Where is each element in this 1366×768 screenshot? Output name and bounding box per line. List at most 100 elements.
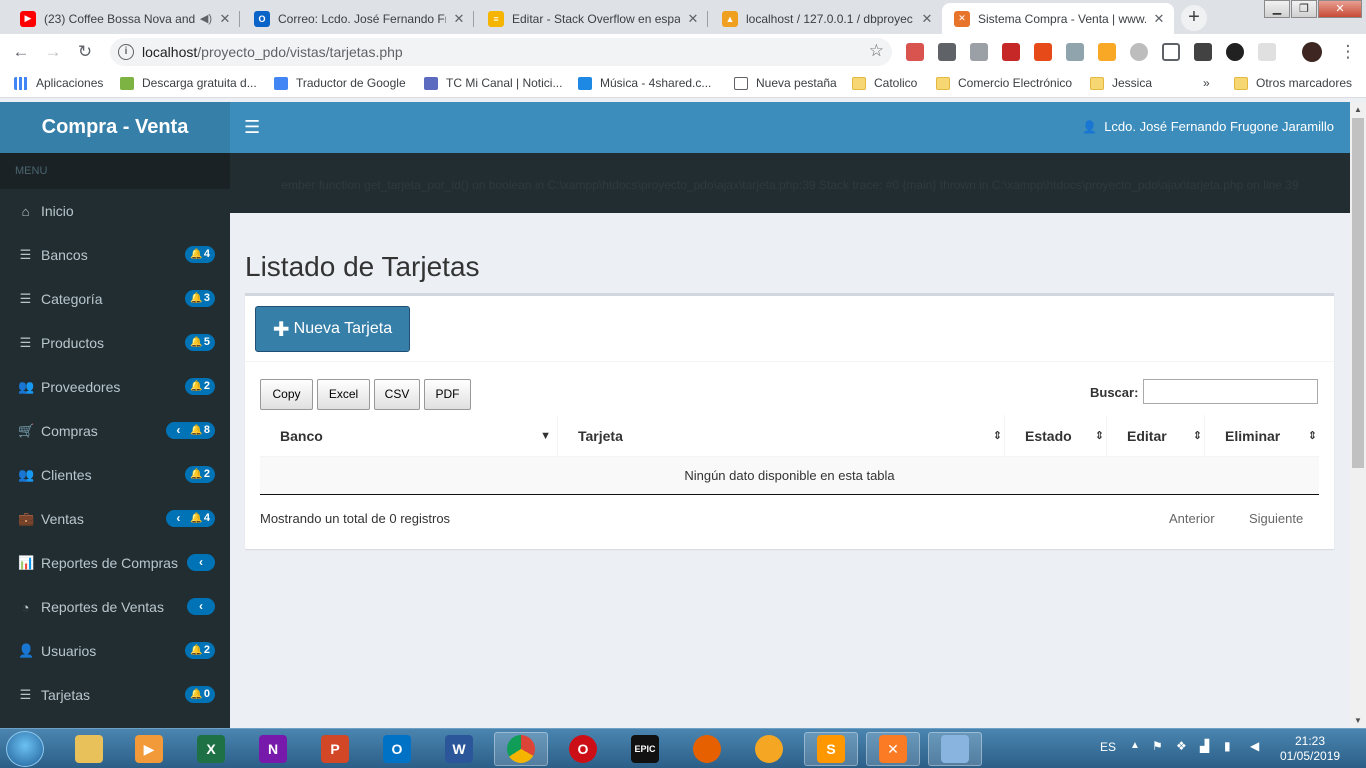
sidebar-item-tarjetas[interactable]: ☰ Tarjetas 🔔 0 [0,673,230,717]
sidebar-item-reportes-compras[interactable]: 📊 Reportes de Compras ‹ [0,541,230,585]
bookmarks-overflow[interactable]: » [1203,76,1210,90]
box-extension-icon[interactable] [1098,43,1116,61]
bookmark-item[interactable]: Música - 4shared.c... [578,76,711,90]
scroll-down-icon[interactable]: ▼ [1350,716,1366,725]
circle-extension-icon[interactable] [1130,43,1148,61]
pdf-extension-icon[interactable] [906,43,924,61]
system-clock[interactable]: 21:23 01/05/2019 [1280,734,1340,764]
tray-expand-icon[interactable]: ▲ [1130,740,1140,751]
column-header-tarjeta[interactable]: Tarjeta ⇕ [558,415,1005,457]
off-extension-icon[interactable] [1002,43,1020,61]
scrollbar-thumb[interactable] [1352,118,1364,468]
bookmark-item[interactable]: Traductor de Google [274,76,406,90]
sidebar-item-productos[interactable]: ☰ Productos 🔔 5 [0,321,230,365]
browser-tab-stackoverflow[interactable]: ≡ Editar - Stack Overflow en espa ✕ [476,3,708,34]
accessibility-extension-icon[interactable] [1226,43,1244,61]
taskbar-media-player[interactable]: ▶ [122,732,176,766]
bookmark-item[interactable]: Nueva pestaña [734,76,837,90]
browser-tab-sistema[interactable]: ✕ Sistema Compra - Venta | www. ✕ [942,3,1174,34]
bookmark-item[interactable]: Descarga gratuita d... [120,76,257,90]
bookmark-star-icon[interactable]: ☆ [869,41,884,61]
print-extension-icon[interactable] [1258,43,1276,61]
dropbox-icon[interactable]: ❖ [1176,739,1187,753]
new-tab-button[interactable]: + [1181,5,1207,31]
taskbar-sublime[interactable]: S [804,732,858,766]
column-header-editar[interactable]: Editar ⇕ [1107,415,1205,457]
column-header-eliminar[interactable]: Eliminar ⇕ [1205,415,1319,457]
language-indicator[interactable]: ES [1100,740,1116,754]
taskbar-excel[interactable]: X [184,732,238,766]
network-icon[interactable]: ▟ [1200,739,1209,753]
taskbar-chrome[interactable] [494,732,548,766]
taskbar-explorer[interactable] [62,732,116,766]
pdf-button[interactable]: PDF [424,379,471,410]
battery-icon[interactable]: ▮ [1224,739,1231,753]
sidebar-item-bancos[interactable]: ☰ Bancos 🔔 4 [0,233,230,277]
info-icon[interactable]: i [118,44,134,60]
taskbar-epic-games[interactable]: EPIC [618,732,672,766]
profile-avatar[interactable] [1302,42,1322,62]
search-input[interactable] [1143,379,1318,404]
forward-button[interactable]: → [41,40,65,64]
bookmark-item[interactable]: TC Mi Canal | Notici... [424,76,562,90]
search-extension-icon[interactable] [1162,43,1180,61]
sidebar-item-compras[interactable]: 🛒 Compras ‹ 🔔 8 [0,409,230,453]
column-header-banco[interactable]: Banco ▼ [260,415,558,457]
office-extension-icon[interactable] [1034,43,1052,61]
address-bar[interactable]: i localhost/proyecto_pdo/vistas/tarjetas… [110,38,892,66]
windows-start-button[interactable] [6,731,44,767]
minimize-button[interactable]: ▁ [1264,0,1290,18]
column-header-estado[interactable]: Estado ⇕ [1005,415,1107,457]
sidebar-item-usuarios[interactable]: 👤 Usuarios 🔔 2 [0,629,230,673]
flag-icon[interactable]: ⚑ [1152,739,1163,753]
taskbar-xampp[interactable]: ✕ [866,732,920,766]
browser-tab-youtube[interactable]: ▶ (23) Coffee Bossa Nova and ◀) ✕ [8,3,240,34]
app-logo[interactable]: Compra - Venta [0,102,230,153]
download-extension-icon[interactable] [970,43,988,61]
taskbar-firefox[interactable] [680,732,734,766]
eraser-extension-icon[interactable] [1194,43,1212,61]
volume-icon[interactable]: ◀ [1250,739,1259,753]
taskbar-paint[interactable] [928,732,982,766]
sidebar-item-categoria[interactable]: ☰ Categoría 🔔 3 [0,277,230,321]
puzzle-extension-icon[interactable] [1066,43,1084,61]
maximize-button[interactable]: ❐ [1291,0,1317,18]
bookmark-folder-other[interactable]: Otros marcadores [1234,76,1352,90]
browser-tab-correo[interactable]: O Correo: Lcdo. José Fernando Fru ✕ [242,3,474,34]
close-tab-icon[interactable]: ✕ [218,11,232,27]
back-button[interactable]: ← [9,40,33,64]
bookmark-apps[interactable]: Aplicaciones [14,76,103,90]
close-tab-icon[interactable]: ✕ [1152,11,1166,27]
bookmark-folder[interactable]: Jessica [1090,76,1152,90]
close-tab-icon[interactable]: ✕ [686,11,700,27]
bookmark-folder[interactable]: Catolico [852,76,917,90]
browser-tab-phpmyadmin[interactable]: ▲ localhost / 127.0.0.1 / dbproyec ✕ [710,3,942,34]
taskbar-opera[interactable]: O [556,732,610,766]
taskbar-powerpoint[interactable]: P [308,732,362,766]
sidebar-item-proveedores[interactable]: 👥 Proveedores 🔔 2 [0,365,230,409]
prev-page-button[interactable]: Anterior [1169,511,1215,526]
sidebar-item-reportes-ventas[interactable]: ◔ Reportes de Ventas ‹ [0,585,230,629]
reload-button[interactable]: ↻ [73,40,97,64]
taskbar-word[interactable]: W [432,732,486,766]
close-tab-icon[interactable]: ✕ [452,11,466,27]
sidebar-item-ventas[interactable]: 💼 Ventas ‹ 🔔 4 [0,497,230,541]
scroll-up-icon[interactable]: ▲ [1350,105,1366,114]
hamburger-menu-icon[interactable]: ☰ [244,117,260,138]
bag-extension-icon[interactable] [938,43,956,61]
csv-button[interactable]: CSV [374,379,420,410]
taskbar-onenote[interactable]: N [246,732,300,766]
bookmark-folder[interactable]: Comercio Electrónico [936,76,1072,90]
close-tab-icon[interactable]: ✕ [920,11,934,27]
user-menu[interactable]: 👤 Lcdo. José Fernando Frugone Jaramillo [1082,119,1334,134]
next-page-button[interactable]: Siguiente [1249,511,1303,526]
audio-icon[interactable]: ◀) [200,12,212,25]
new-card-button[interactable]: ✚ Nueva Tarjeta [255,306,410,352]
taskbar-vpn[interactable] [742,732,796,766]
copy-button[interactable]: Copy [260,379,313,410]
page-scrollbar[interactable]: ▲ ▼ [1350,102,1366,728]
taskbar-outlook[interactable]: O [370,732,424,766]
sidebar-item-inicio[interactable]: ⌂ Inicio [0,189,230,233]
close-window-button[interactable]: ✕ [1318,0,1362,18]
excel-button[interactable]: Excel [317,379,370,410]
